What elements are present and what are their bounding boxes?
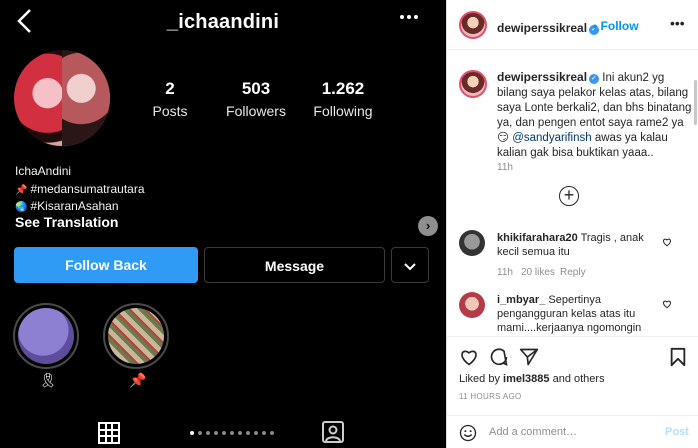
more-options-icon[interactable]	[400, 14, 418, 20]
save-bookmark-icon[interactable]	[669, 347, 687, 367]
caption-time: 11h	[497, 162, 513, 173]
profile-screenshot: _ichaandini 2 Posts 503 Followers 1.262 …	[0, 0, 446, 448]
comment-1-likes[interactable]: 20 likes	[521, 267, 555, 278]
comment-2-username[interactable]: i_mbyar_	[497, 294, 545, 306]
stat-followers-label: Followers	[226, 103, 286, 119]
stat-posts-label: Posts	[152, 103, 188, 119]
chevron-down-icon	[404, 263, 416, 271]
emoji-icon[interactable]	[459, 424, 477, 442]
grid-icon[interactable]	[98, 422, 120, 444]
comment-like-heart-icon[interactable]	[662, 299, 672, 309]
stat-posts-value: 2	[165, 79, 175, 98]
more-options-icon[interactable]: •••	[670, 15, 685, 31]
profile-name: IchaAndini	[15, 164, 72, 178]
story-highlight-2[interactable]	[103, 303, 169, 369]
comment-1-username[interactable]: khikifarahara20	[497, 232, 578, 244]
liked-by-text: Liked by imel3885 and others	[459, 373, 605, 385]
stat-followers-value: 503	[241, 79, 271, 98]
globe-icon: 🌏	[15, 202, 28, 213]
next-arrow-icon[interactable]: ›	[418, 216, 438, 236]
liked-by-suffix[interactable]: and others	[553, 373, 605, 385]
pushpin-icon: 📌	[15, 185, 28, 196]
caption-avatar[interactable]	[459, 70, 487, 98]
comment-like-heart-icon[interactable]	[662, 237, 672, 247]
follow-button[interactable]: • Follow	[593, 19, 639, 33]
suggested-dropdown-button[interactable]	[391, 247, 429, 283]
post-panel: dewiperssikreal ✓ • Follow ••• dewiperssi…	[446, 0, 698, 448]
see-translation[interactable]: See Translation	[15, 214, 118, 230]
follow-label: Follow	[600, 19, 639, 33]
author-username[interactable]: dewiperssikreal	[497, 21, 587, 35]
follow-back-button[interactable]: Follow Back	[14, 247, 198, 283]
post-comment-button[interactable]: Post	[665, 426, 689, 438]
author-name-row: dewiperssikreal ✓	[497, 19, 600, 37]
story-highlight-1[interactable]	[13, 303, 79, 369]
post-actions: Liked by imel3885 and others 11 HOURS AG…	[447, 336, 698, 448]
page-indicator	[190, 431, 274, 435]
stat-following-label: Following	[313, 103, 373, 119]
stat-following-value: 1.262	[321, 79, 365, 98]
profile-username: _ichaandini	[166, 11, 280, 33]
stat-posts[interactable]: 2 Posts	[125, 79, 215, 119]
profile-avatar[interactable]	[14, 50, 110, 146]
share-send-icon[interactable]	[519, 347, 539, 367]
like-heart-icon[interactable]	[459, 347, 479, 367]
add-comment-bar: Add a comment… Post	[447, 415, 698, 448]
stat-followers[interactable]: 503 Followers	[211, 79, 301, 119]
comment-1: khikifarahara20 Tragis , anak kecil semu…	[497, 231, 667, 259]
profile-tabbar	[0, 410, 446, 448]
message-button[interactable]: Message	[204, 247, 385, 283]
post-header: dewiperssikreal ✓ • Follow •••	[447, 0, 698, 50]
stat-following[interactable]: 1.262 Following	[298, 79, 388, 119]
author-avatar[interactable]	[459, 11, 487, 39]
tagged-photos-icon[interactable]	[321, 420, 345, 444]
comment-bubble-icon[interactable]	[489, 347, 509, 367]
load-more-comments-icon[interactable]: +	[559, 186, 579, 206]
caption-username[interactable]: dewiperssikreal	[497, 70, 587, 84]
comment-1-reply[interactable]: Reply	[560, 267, 586, 278]
comments-scrollbar[interactable]	[694, 80, 697, 125]
highlight-1-label: 🎗	[39, 372, 57, 388]
bio-hashtag-2[interactable]: #KisaranAsahan	[30, 199, 118, 213]
comment-avatar[interactable]	[459, 292, 485, 318]
comment-2: i_mbyar_ Sepertinya pengangguran kelas a…	[497, 293, 667, 335]
comment-1-time: 11h	[497, 267, 513, 278]
highlight-2-label: 📌	[129, 372, 147, 388]
verified-badge-icon: ✓	[589, 74, 600, 84]
bio-hashtag-1[interactable]: #medansumatrautara	[30, 182, 144, 196]
liked-by-prefix: Liked by	[459, 373, 500, 385]
caption-mention[interactable]: @sandyarifinsh	[512, 132, 591, 144]
bio-line-1[interactable]: 📌 #medansumatrautara	[15, 182, 145, 196]
post-caption: dewiperssikreal ✓ Ini akun2 yg bilang say…	[497, 70, 692, 161]
bio-line-2[interactable]: 🌏 #KisaranAsahan	[15, 199, 119, 213]
add-comment-input[interactable]: Add a comment…	[489, 426, 577, 438]
post-timestamp[interactable]: 11 HOURS AGO	[459, 392, 522, 401]
comment-avatar[interactable]	[459, 230, 485, 256]
liked-by-user[interactable]: imel3885	[503, 373, 549, 385]
